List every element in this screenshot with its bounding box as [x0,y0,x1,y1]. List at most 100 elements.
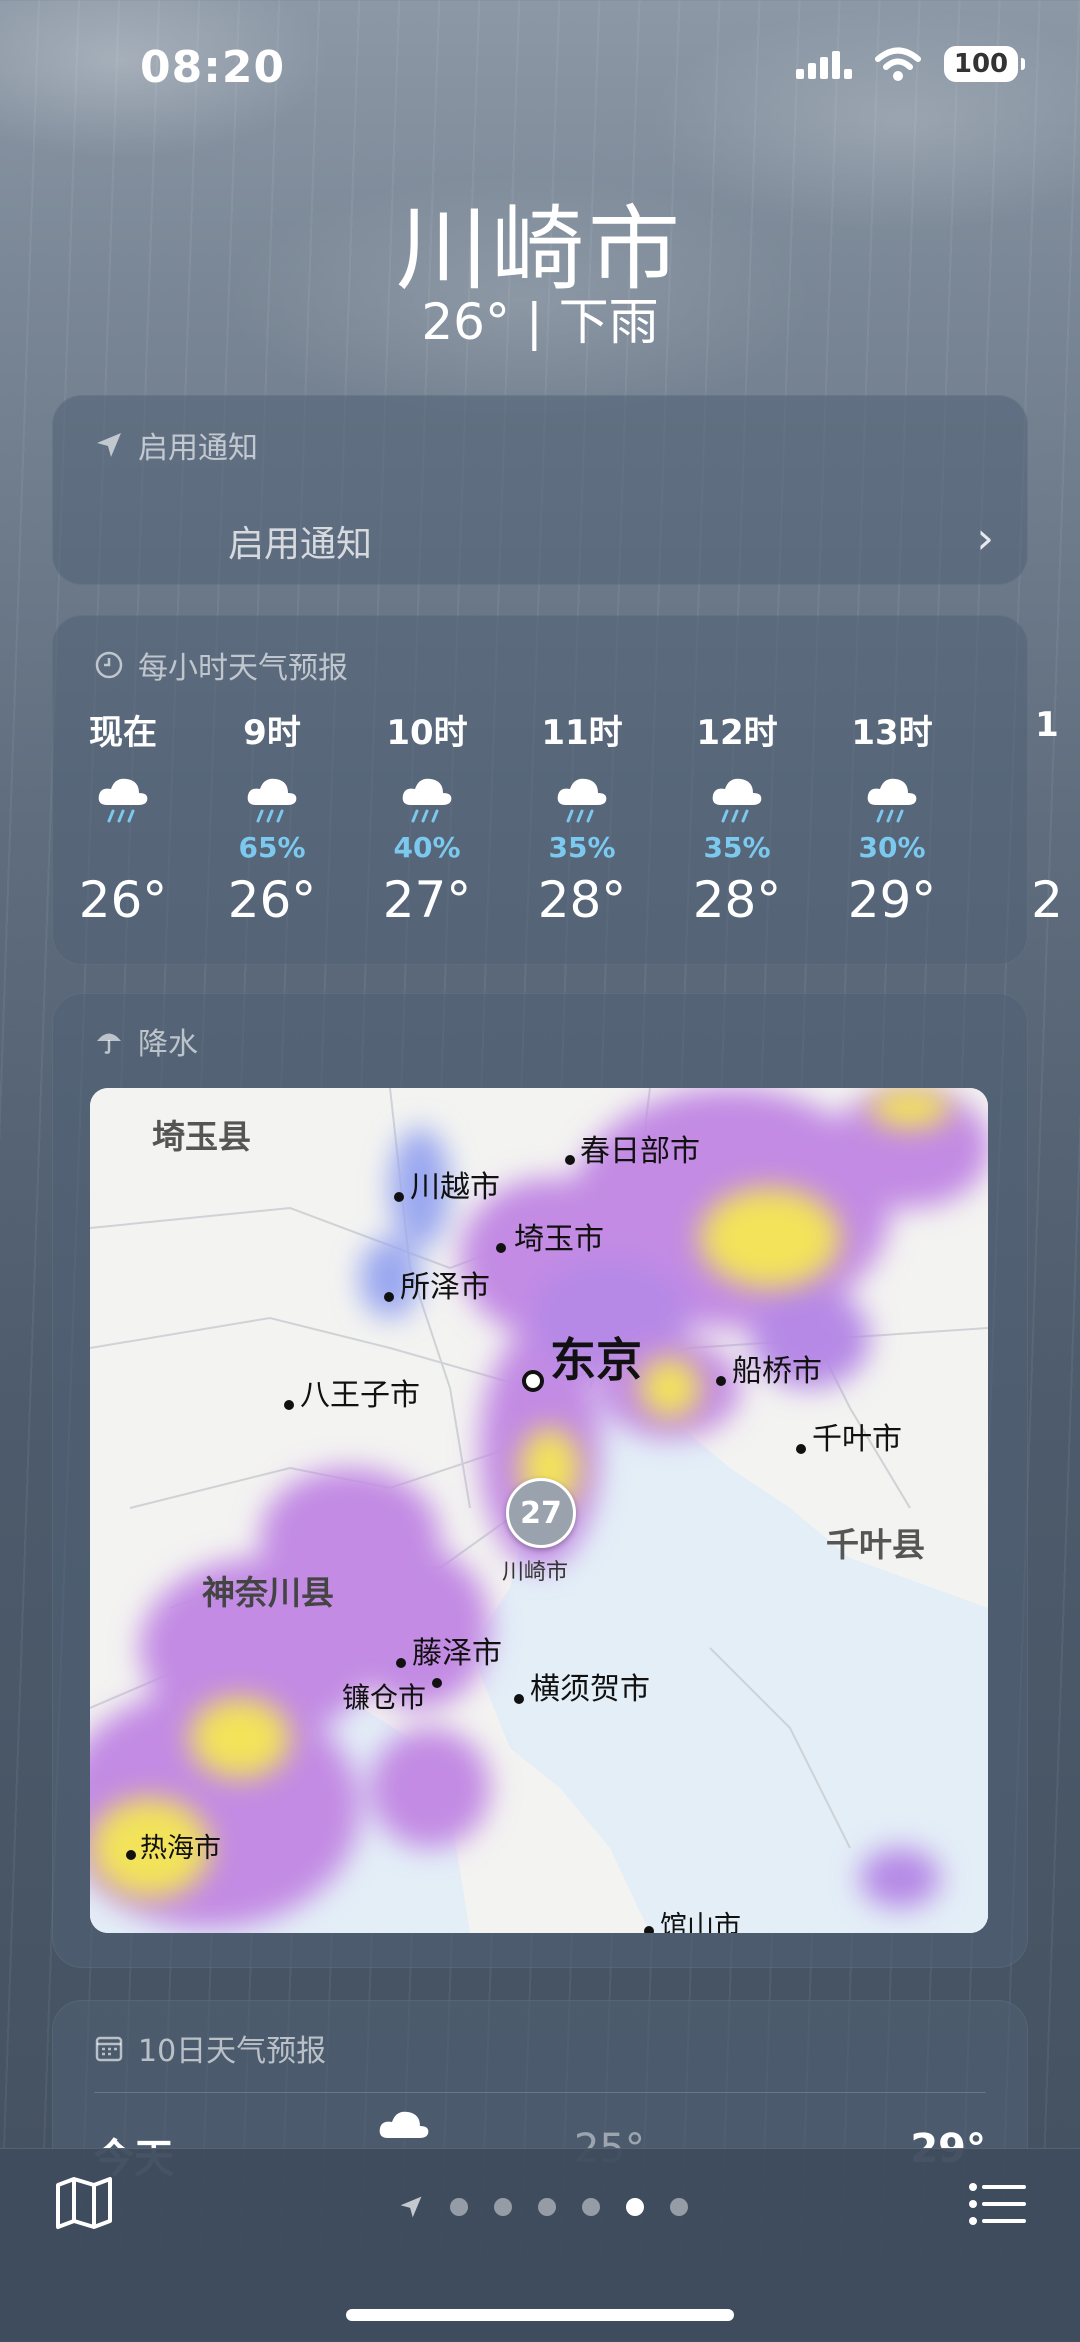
calendar-icon [95,2036,123,2062]
city-label: 船桥市 [732,1354,822,1389]
status-time: 08:20 [140,42,286,93]
hour-item: 现在 26° [58,705,188,929]
page-dot[interactable] [450,2198,468,2216]
hourly-forecast-list[interactable]: 现在 26° 9时 65% 26° 10时 40% 27° 11时 35% 28° 12时 35% 28°… [52,705,1063,929]
hour-temp: 26° [78,871,168,929]
page-dot[interactable] [582,2198,600,2216]
hour-item: 12时 35% 28° [672,705,802,929]
notification-card-title: 启用通知 [94,423,258,467]
location-arrow-icon [400,2196,422,2218]
hour-label: 13时 [851,713,933,753]
hour-precip-chance [982,829,1080,867]
precipitation-card: 降水 埼玉县 神奈川县 千叶县 春日部市 川越市 埼玉市 所泽市 东京 船桥市 … [52,993,1028,1968]
hour-label: 9时 [243,713,301,753]
clock-icon [95,651,123,679]
hourly-forecast-title: 每小时天气预报 [94,643,348,687]
hour-precip-chance: 35% [548,831,616,864]
hour-item: 13时 30% 29° [827,705,957,929]
hour-precip-chance [58,829,188,867]
cloud-rain-icon [517,765,647,829]
map-icon[interactable] [54,2175,114,2231]
hour-temp: 2 [1031,871,1063,929]
city-label-capital: 东京 [550,1333,642,1387]
city-dot [432,1678,442,1688]
hour-item: 11时 35% 28° [517,705,647,929]
city-dot [644,1926,654,1933]
hour-label: 10时 [386,713,468,753]
hour-label: 11时 [541,713,623,753]
home-indicator [346,2309,734,2321]
page-dot[interactable] [538,2198,556,2216]
city-dot [394,1192,404,1202]
location-marker-name: 川崎市 [502,1560,569,1585]
page-indicator[interactable] [398,2194,688,2220]
enable-notifications-link[interactable]: 启用通知 [228,515,372,567]
hourly-forecast-card: 每小时天气预报 现在 26° 9时 65% 26° 10时 40% 27° 11时 35% 28° 1… [52,615,1063,965]
cloud-rain-icon [982,765,1080,829]
hour-item: 12 [982,705,1080,929]
hour-temp: 28° [537,871,627,929]
hour-precip-chance: 35% [703,831,771,864]
cloud-rain-icon [379,2111,429,2138]
status-icons: 100 [796,46,1025,82]
city-label: 馆山市 [660,1911,741,1933]
location-temp-marker[interactable]: 27 [506,1478,576,1548]
chevron-right-icon[interactable]: › [976,513,994,564]
city-dot [514,1694,524,1704]
hour-temp: 27° [382,871,472,929]
bottom-toolbar [0,2148,1080,2342]
hour-temp: 28° [692,871,782,929]
city-label: 所泽市 [400,1270,490,1305]
location-arrow-icon [97,433,121,457]
region-label: 神奈川县 [202,1573,334,1612]
city-label: 千叶市 [812,1422,902,1457]
city-dot [496,1243,506,1253]
umbrella-icon [97,1033,121,1054]
city-label: 横须贺市 [530,1672,650,1707]
cloud-rain-icon [672,765,802,829]
hour-temp: 26° [227,871,317,929]
cloud-rain-icon [58,765,188,829]
wifi-icon [875,47,921,81]
city-label: 春日部市 [580,1134,700,1169]
ten-day-divider [94,2092,986,2093]
hour-label: 1 [1035,705,1059,745]
city-dot [284,1400,294,1410]
region-label: 埼玉县 [152,1117,251,1156]
page-dot[interactable] [494,2198,512,2216]
hour-label: 12时 [696,713,778,753]
city-dot [716,1376,726,1386]
page-dot[interactable] [670,2198,688,2216]
city-dot [396,1658,406,1668]
notification-card[interactable]: 启用通知 启用通知 › [52,395,1028,585]
city-dot [384,1292,394,1302]
city-dot [565,1155,575,1165]
region-label: 千叶县 [826,1525,925,1564]
city-label: 川越市 [410,1170,500,1205]
hour-precip-chance: 40% [393,831,461,864]
city-label: 藤泽市 [412,1636,502,1671]
cloud-rain-icon [827,765,957,829]
cloud-rain-icon [207,765,337,829]
city-dot [796,1444,806,1454]
signal-icon [796,51,852,79]
precipitation-title: 降水 [94,1019,198,1063]
weather-summary: 26° | 下雨 [421,293,659,351]
city-label: 镰仓市 [342,1681,427,1714]
city-dot [126,1850,136,1860]
city-label: 埼玉市 [514,1222,604,1257]
hour-label: 现在 [89,713,157,753]
hour-precip-chance: 65% [238,831,306,864]
cloud-rain-icon [362,765,492,829]
hour-item: 10时 40% 27° [362,705,492,929]
page-dot-active[interactable] [626,2198,644,2216]
ten-day-forecast-title: 10日天气预报 [94,2026,326,2070]
precipitation-map[interactable]: 埼玉县 神奈川县 千叶县 春日部市 川越市 埼玉市 所泽市 东京 船桥市 八王子… [90,1088,988,1933]
city-label: 热海市 [140,1833,221,1864]
hour-precip-chance: 30% [858,831,926,864]
battery-indicator: 100 [944,46,1025,82]
hour-item: 9时 65% 26° [207,705,337,929]
city-label: 八王子市 [300,1378,420,1413]
tokyo-marker [522,1370,544,1392]
list-icon[interactable] [968,2181,1028,2227]
